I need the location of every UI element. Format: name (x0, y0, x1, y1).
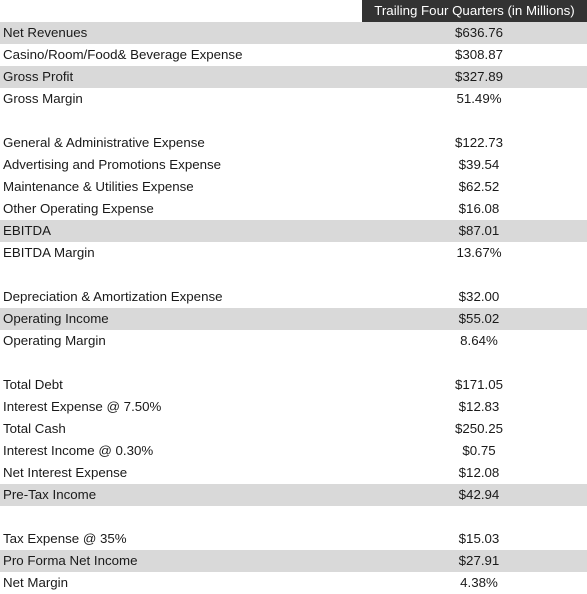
table-row[interactable]: Other Operating Expense $16.08 (0, 198, 587, 220)
row-value: $15.03 (458, 531, 500, 546)
row-value (420, 264, 538, 286)
row-label: EBITDA Margin (3, 245, 95, 260)
row-value: $87.01 (458, 223, 500, 238)
row-value: $171.05 (454, 377, 504, 392)
row-value: 13.67% (456, 245, 502, 260)
row-value: $27.91 (458, 553, 500, 568)
table-row[interactable]: Total Cash $250.25 (0, 418, 587, 440)
table-row[interactable]: Total Debt $171.05 (0, 374, 587, 396)
row-label: Pre-Tax Income (3, 487, 97, 502)
table-row[interactable]: EBITDA $87.01 (0, 220, 587, 242)
row-value: 4.38% (460, 575, 498, 590)
row-label: Other Operating Expense (3, 201, 154, 216)
table-row[interactable] (0, 110, 587, 132)
row-value: $12.83 (458, 399, 500, 414)
row-label: Operating Margin (3, 333, 106, 348)
row-value: $0.75 (462, 443, 496, 458)
row-value (420, 352, 538, 374)
row-value: $39.54 (458, 157, 500, 172)
row-value: 51.49% (456, 91, 502, 106)
row-value: $42.94 (458, 487, 500, 502)
table-row[interactable]: Operating Income $55.02 (0, 308, 587, 330)
row-label: Net Margin (3, 575, 69, 590)
table-row[interactable]: EBITDA Margin 13.67% (0, 242, 587, 264)
table-row[interactable]: Pro Forma Net Income $27.91 (0, 550, 587, 572)
row-label: Total Cash (3, 421, 66, 436)
table-body: Net Revenues $636.76 Casino/Room/Food& Bev… (0, 22, 587, 594)
row-value: $16.08 (458, 201, 500, 216)
table-row[interactable]: Net Interest Expense $12.08 (0, 462, 587, 484)
row-value: $122.73 (454, 135, 504, 150)
row-label: Gross Profit (3, 69, 74, 84)
table-row[interactable]: Operating Margin 8.64% (0, 330, 587, 352)
row-value (420, 506, 538, 528)
row-value: $12.08 (458, 465, 500, 480)
table-row[interactable]: Gross Margin 51.49% (0, 88, 587, 110)
table-row[interactable]: Casino/Room/Food& Beverage Expense $308.8… (0, 44, 587, 66)
row-value: $327.89 (454, 69, 504, 84)
row-value: $32.00 (458, 289, 500, 304)
row-label: Pro Forma Net Income (3, 553, 138, 568)
row-label: Advertising and Promotions Expense (3, 157, 222, 172)
table-row[interactable] (0, 352, 587, 374)
financial-model-table: Trailing Four Quarters (in Millions) Net… (0, 0, 587, 594)
row-label: Interest Expense @ 7.50% (3, 399, 162, 414)
row-value: $308.87 (454, 47, 504, 62)
row-label: General & Administrative Expense (3, 135, 205, 150)
row-label: Operating Income (3, 311, 109, 326)
table-row[interactable]: Net Margin 4.38% (0, 572, 587, 594)
table-row[interactable]: Maintenance & Utilities Expense $62.52 (0, 176, 587, 198)
row-label: Gross Margin (3, 91, 83, 106)
table-row[interactable]: Tax Expense @ 35% $15.03 (0, 528, 587, 550)
table-row[interactable]: General & Administrative Expense $122.73 (0, 132, 587, 154)
row-label: Maintenance & Utilities Expense (3, 179, 194, 194)
table-row[interactable] (0, 506, 587, 528)
row-value (420, 110, 538, 132)
row-label: Depreciation & Amortization Expense (3, 289, 223, 304)
row-value: $55.02 (458, 311, 500, 326)
row-value: $250.25 (454, 421, 504, 436)
row-label: Interest Income @ 0.30% (3, 443, 154, 458)
row-label: EBITDA (3, 223, 52, 238)
table-header-row: Trailing Four Quarters (in Millions) (0, 0, 587, 22)
row-label: Total Debt (3, 377, 63, 392)
table-row[interactable]: Interest Expense @ 7.50% $12.83 (0, 396, 587, 418)
column-header-trailing-four-quarters: Trailing Four Quarters (in Millions) (374, 3, 575, 18)
table-row[interactable]: Gross Profit $327.89 (0, 66, 587, 88)
row-value: $62.52 (458, 179, 500, 194)
row-label: Net Revenues (3, 25, 88, 40)
table-row[interactable]: Advertising and Promotions Expense $39.54 (0, 154, 587, 176)
table-row[interactable]: Depreciation & Amortization Expense $32.0… (0, 286, 587, 308)
table-row[interactable]: Interest Income @ 0.30% $0.75 (0, 440, 587, 462)
row-label: Net Interest Expense (3, 465, 128, 480)
row-value: $636.76 (454, 25, 504, 40)
row-value: 8.64% (460, 333, 498, 348)
table-row[interactable]: Pre-Tax Income $42.94 (0, 484, 587, 506)
table-row[interactable]: Net Revenues $636.76 (0, 22, 587, 44)
table-row[interactable] (0, 264, 587, 286)
row-label: Tax Expense @ 35% (3, 531, 127, 546)
row-label: Casino/Room/Food& Beverage Expense (3, 47, 243, 62)
